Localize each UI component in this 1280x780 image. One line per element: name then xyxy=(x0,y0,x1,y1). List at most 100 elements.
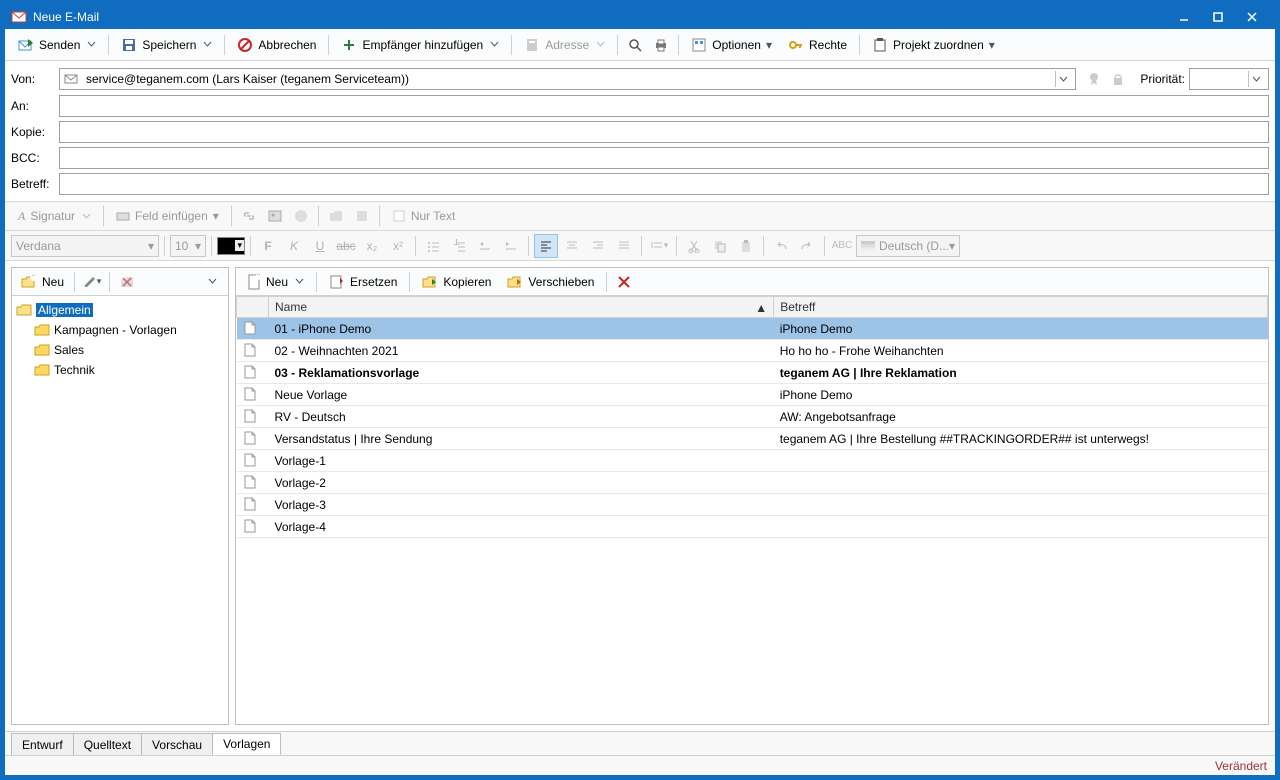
table-row[interactable]: Vorlage-4 xyxy=(237,516,1268,538)
table-row[interactable]: 02 - Weihnachten 2021Ho ho ho - Frohe We… xyxy=(237,340,1268,362)
tree-item[interactable]: Sales xyxy=(14,340,226,360)
file-icon xyxy=(243,321,257,335)
file-icon xyxy=(243,497,257,511)
send-icon xyxy=(18,37,34,53)
tab-preview[interactable]: Vorschau xyxy=(141,733,213,755)
minimize-button[interactable] xyxy=(1167,6,1201,28)
template-grid: Name▲ Betreff 01 - iPhone DemoiPhone Dem… xyxy=(236,296,1268,724)
subject-input[interactable] xyxy=(59,173,1269,195)
table-row[interactable]: Versandstatus | Ihre Sendungteganem AG |… xyxy=(237,428,1268,450)
titlebar: Neue E-Mail xyxy=(5,5,1275,29)
new-template-button[interactable]: *Neu xyxy=(240,269,311,295)
signature-button: ASignatur xyxy=(11,203,98,229)
move-template-button[interactable]: Verschieben xyxy=(500,269,601,295)
tab-templates[interactable]: Vorlagen xyxy=(212,733,281,755)
app-icon xyxy=(11,9,27,25)
table-row[interactable]: Vorlage-3 xyxy=(237,494,1268,516)
italic-button: K xyxy=(282,234,306,258)
pencil-icon xyxy=(83,275,97,289)
options-button[interactable]: Optionen▾ xyxy=(684,32,779,58)
statusbar: Verändert xyxy=(5,755,1275,775)
tree-item[interactable]: Allgemein xyxy=(14,300,226,320)
priority-select[interactable] xyxy=(1189,68,1269,90)
print-button[interactable] xyxy=(649,33,673,57)
rights-button[interactable]: Rechte xyxy=(781,32,854,58)
field-icon xyxy=(116,209,130,223)
new-folder-button[interactable]: * Neu xyxy=(16,269,69,295)
subject-label: Betreff: xyxy=(11,177,59,191)
align-center-button xyxy=(560,234,584,258)
cell-subject xyxy=(774,472,1268,494)
folder-dropdown-button[interactable] xyxy=(200,270,224,294)
copy-folder-icon xyxy=(422,275,438,289)
from-select[interactable]: service@teganem.com (Lars Kaiser (tegane… xyxy=(59,68,1076,90)
image-icon xyxy=(263,204,287,228)
chevron-down-icon xyxy=(203,40,212,49)
font-select: Verdana▾ xyxy=(11,235,159,257)
maximize-button[interactable] xyxy=(1201,6,1235,28)
send-button[interactable]: Senden xyxy=(11,32,103,58)
table-row[interactable]: Vorlage-2 xyxy=(237,472,1268,494)
to-label: An: xyxy=(11,99,59,113)
cell-name: Neue Vorlage xyxy=(269,384,774,406)
delete-template-button[interactable] xyxy=(612,270,636,294)
color-picker[interactable]: ▾ xyxy=(217,237,245,255)
table-row[interactable]: Vorlage-1 xyxy=(237,450,1268,472)
cut-button xyxy=(682,234,706,258)
add-recipient-button[interactable]: Empfänger hinzufügen xyxy=(334,32,506,58)
close-button[interactable] xyxy=(1235,6,1269,28)
cancel-button[interactable]: Abbrechen xyxy=(230,32,323,58)
file-icon xyxy=(243,365,257,379)
emoji-icon xyxy=(289,204,313,228)
folder-tree: AllgemeinKampagnen - VorlagenSalesTechni… xyxy=(12,296,228,724)
svg-text:*: * xyxy=(256,274,261,282)
tab-source[interactable]: Quelltext xyxy=(73,733,142,755)
cell-name: Vorlage-4 xyxy=(269,516,774,538)
plain-text-button: Nur Text xyxy=(385,203,462,229)
text-icon xyxy=(392,209,406,223)
col-subject[interactable]: Betreff xyxy=(774,297,1268,318)
lock-icon xyxy=(1106,67,1130,91)
status-modified: Verändert xyxy=(1215,759,1267,773)
tree-item[interactable]: Technik xyxy=(14,360,226,380)
edit-folder-button[interactable]: ▾ xyxy=(80,270,104,294)
header-fields: Von: service@teganem.com (Lars Kaiser (t… xyxy=(5,61,1275,201)
new-folder-icon: * xyxy=(21,275,37,289)
search-button[interactable] xyxy=(623,33,647,57)
save-attachment-icon xyxy=(350,204,374,228)
key-icon xyxy=(788,37,804,53)
save-button[interactable]: Speichern xyxy=(114,32,219,58)
file-icon xyxy=(243,519,257,533)
table-row[interactable]: RV - DeutschAW: Angebotsanfrage xyxy=(237,406,1268,428)
window-root: Neue E-Mail Senden Speichern Abbrechen E… xyxy=(4,4,1276,776)
table-row[interactable]: 01 - iPhone DemoiPhone Demo xyxy=(237,318,1268,340)
copy-button xyxy=(708,234,732,258)
folder-pane: * Neu ▾ AllgemeinKampagnen - VorlagenSal… xyxy=(11,267,229,725)
replace-button[interactable]: Ersetzen xyxy=(322,269,404,295)
strike-button: abc xyxy=(334,234,358,258)
assign-project-button[interactable]: Projekt zuordnen▾ xyxy=(865,32,1002,58)
tab-draft[interactable]: Entwurf xyxy=(11,733,74,755)
chevron-down-icon xyxy=(1248,71,1264,87)
col-icon[interactable] xyxy=(237,297,269,318)
indent-button xyxy=(499,234,523,258)
tree-item[interactable]: Kampagnen - Vorlagen xyxy=(14,320,226,340)
replace-icon xyxy=(329,274,345,290)
folder-icon xyxy=(16,303,32,317)
copy-template-button[interactable]: Kopieren xyxy=(415,269,498,295)
to-input[interactable] xyxy=(59,95,1269,117)
table-row[interactable]: 03 - Reklamationsvorlageteganem AG | Ihr… xyxy=(237,362,1268,384)
cc-label: Kopie: xyxy=(11,125,59,139)
bcc-input[interactable] xyxy=(59,147,1269,169)
align-left-button[interactable] xyxy=(534,234,558,258)
file-icon xyxy=(243,453,257,467)
cell-subject: Ho ho ho - Frohe Weihanchten xyxy=(774,340,1268,362)
col-name[interactable]: Name▲ xyxy=(269,297,774,318)
table-row[interactable]: Neue VorlageiPhone Demo xyxy=(237,384,1268,406)
options-icon xyxy=(691,37,707,53)
cc-input[interactable] xyxy=(59,121,1269,143)
cell-name: Vorlage-2 xyxy=(269,472,774,494)
cell-name: 01 - iPhone Demo xyxy=(269,318,774,340)
save-icon xyxy=(121,37,137,53)
chevron-down-icon xyxy=(87,40,96,49)
